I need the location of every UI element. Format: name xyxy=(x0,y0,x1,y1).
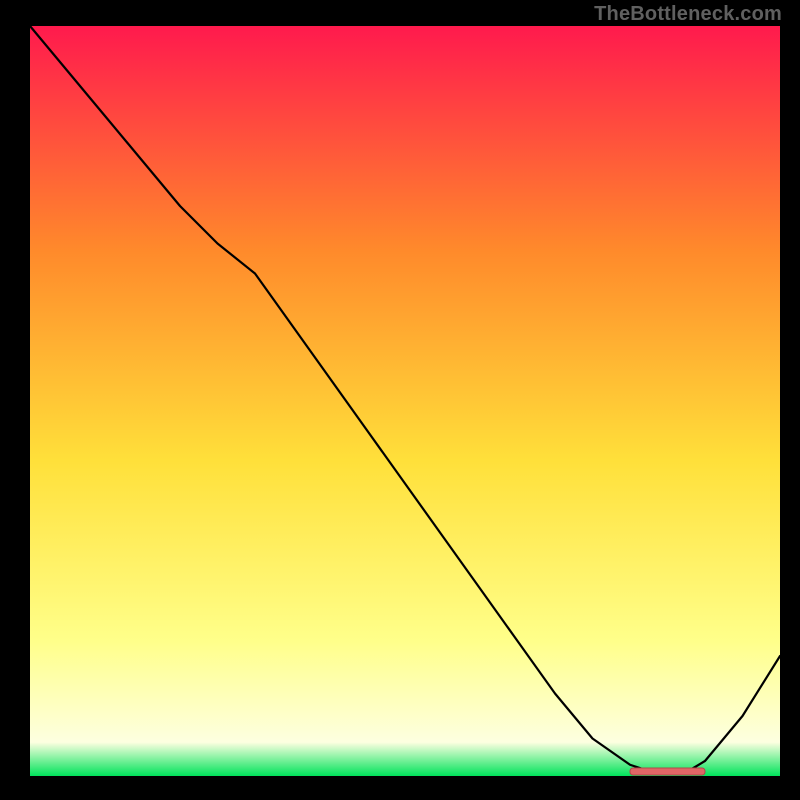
bottleneck-chart xyxy=(0,0,800,800)
optimum-marker xyxy=(630,768,705,775)
watermark-text: TheBottleneck.com xyxy=(594,3,782,26)
gradient-background xyxy=(30,26,780,776)
chart-frame: TheBottleneck.com xyxy=(0,0,800,800)
